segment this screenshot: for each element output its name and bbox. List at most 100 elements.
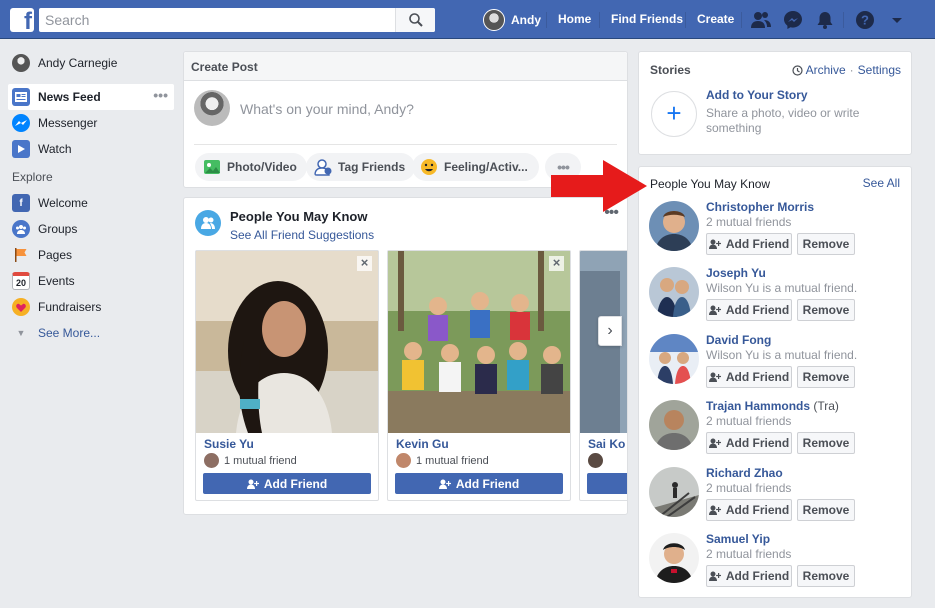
add-friend-icon (708, 505, 721, 515)
pymk-title: People You May Know (230, 209, 368, 224)
remove-button[interactable]: Remove (797, 299, 855, 321)
stories-links: Archive · Settings (792, 63, 901, 77)
avatar[interactable] (649, 267, 699, 317)
add-friend-button[interactable]: Add Friend (706, 366, 792, 388)
sidebar-item-news-feed[interactable]: News Feed ••• (8, 84, 174, 110)
add-friend-button[interactable] (587, 473, 627, 494)
remove-button[interactable]: Remove (797, 499, 855, 521)
list-item: Christopher Morris 2 mutual friends Add … (649, 200, 909, 261)
sidebar-item-groups[interactable]: Groups (8, 216, 174, 242)
top-navigation-bar: f Andy Home Find Friends Create ? (0, 0, 935, 39)
sidebar-item-fundraisers[interactable]: Fundraisers (8, 294, 174, 320)
profile-photo[interactable] (196, 251, 379, 433)
mutual-friends-text: 1 mutual friend (416, 454, 489, 467)
sidebar-item-pages[interactable]: Pages (8, 242, 174, 268)
messenger-icon[interactable] (782, 9, 804, 31)
add-story-plus-icon[interactable]: + (651, 91, 697, 137)
mutual-friends: 1 mutual friend (204, 453, 297, 468)
add-friend-button[interactable]: Add Friend (706, 299, 792, 321)
person-name[interactable]: Joseph Yu (706, 266, 766, 280)
groups-icon (12, 220, 30, 238)
facebook-icon: f (12, 194, 30, 212)
add-friend-button[interactable]: Add Friend (395, 473, 563, 494)
notifications-bell-icon[interactable] (814, 9, 836, 31)
settings-link[interactable]: Settings (858, 63, 901, 77)
photo-video-button[interactable]: Photo/Video (195, 153, 307, 181)
sidebar-item-welcome[interactable]: f Welcome (8, 190, 174, 216)
person-name[interactable]: Christopher Morris (706, 200, 814, 214)
smiley-icon (421, 159, 437, 175)
sidebar-item-events[interactable]: 20 Events (8, 268, 174, 294)
see-all-link[interactable]: See All (863, 176, 900, 190)
sidebar-item-watch[interactable]: Watch (8, 136, 174, 162)
facebook-logo-icon[interactable]: f (10, 8, 34, 32)
search-input[interactable] (39, 8, 399, 32)
sidebar-item-label: Welcome (38, 196, 88, 210)
add-friend-icon (246, 479, 259, 489)
add-friend-button[interactable]: Add Friend (706, 432, 792, 454)
more-options-icon[interactable]: ••• (153, 88, 168, 102)
person-name[interactable]: Samuel Yip (706, 532, 770, 546)
profile-photo[interactable] (388, 251, 571, 433)
nav-create-link[interactable]: Create (697, 12, 734, 26)
mutual-friends-text: Wilson Yu is a mutual friend. (706, 348, 858, 362)
chevron-right-icon[interactable]: › (598, 316, 622, 346)
sidebar-item-label: Pages (38, 248, 73, 262)
see-more-link[interactable]: See More... (38, 326, 100, 340)
help-icon[interactable]: ? (854, 9, 876, 31)
suggestion-name[interactable]: Susie Yu (204, 437, 254, 451)
avatar (396, 453, 411, 468)
search-box (39, 8, 435, 32)
nav-find-friends-link[interactable]: Find Friends (611, 12, 683, 26)
see-all-suggestions-link[interactable]: See All Friend Suggestions (230, 228, 374, 242)
close-icon[interactable]: × (357, 256, 372, 271)
suggestion-name[interactable]: Kevin Gu (396, 437, 449, 451)
friends-icon (195, 210, 221, 236)
sidebar-profile-link[interactable]: Andy Carnegie (8, 50, 174, 76)
add-friend-button[interactable]: Add Friend (203, 473, 371, 494)
people-you-may-know-card: People You May Know See All Friend Sugge… (183, 197, 628, 515)
nav-divider (843, 12, 844, 28)
avatar[interactable] (649, 533, 699, 583)
person-name[interactable]: David Fong (706, 333, 771, 347)
nav-profile-link[interactable]: Andy (483, 8, 541, 32)
remove-button[interactable]: Remove (797, 432, 855, 454)
remove-button[interactable]: Remove (797, 366, 855, 388)
person-name[interactable]: Trajan Hammonds (Tra) (706, 399, 839, 413)
remove-button[interactable]: Remove (797, 233, 855, 255)
divider (194, 144, 617, 145)
avatar (194, 90, 230, 126)
watch-icon (12, 140, 30, 158)
close-icon[interactable]: × (549, 256, 564, 271)
suggestion-name[interactable]: Sai Ko (588, 437, 625, 451)
add-friend-button[interactable]: Add Friend (706, 233, 792, 255)
avatar[interactable] (649, 467, 699, 517)
stories-title: Stories (650, 63, 691, 77)
suggestion-card: Sai Ko (579, 250, 627, 501)
add-friend-icon (708, 372, 721, 382)
avatar[interactable] (649, 201, 699, 251)
tag-friends-button[interactable]: Tag Friends (306, 153, 416, 181)
add-friend-button[interactable]: Add Friend (706, 565, 792, 587)
sidebar-item-messenger[interactable]: Messenger (8, 110, 174, 136)
avatar[interactable] (649, 334, 699, 384)
explore-heading: Explore (12, 170, 53, 184)
add-friend-button[interactable]: Add Friend (706, 499, 792, 521)
avatar (483, 9, 505, 31)
sidebar-profile-name: Andy Carnegie (38, 56, 118, 70)
pages-flag-icon (12, 246, 30, 264)
archive-link[interactable]: Archive (806, 63, 846, 77)
avatar[interactable] (649, 400, 699, 450)
friend-requests-icon[interactable] (750, 9, 772, 31)
nav-home-link[interactable]: Home (558, 12, 591, 26)
separator-dot: · (849, 63, 854, 77)
search-button[interactable] (395, 8, 435, 32)
add-to-story-link[interactable]: Add to Your Story (706, 88, 808, 102)
sidebar-item-label: Groups (38, 222, 78, 236)
feeling-activity-button[interactable]: Feeling/Activ... (412, 153, 539, 181)
sidebar-see-more[interactable]: ▼ See More... (8, 320, 174, 346)
post-composer-input[interactable]: What's on your mind, Andy? (240, 101, 414, 117)
person-name[interactable]: Richard Zhao (706, 466, 783, 480)
account-menu-chevron-icon[interactable] (886, 9, 908, 31)
remove-button[interactable]: Remove (797, 565, 855, 587)
